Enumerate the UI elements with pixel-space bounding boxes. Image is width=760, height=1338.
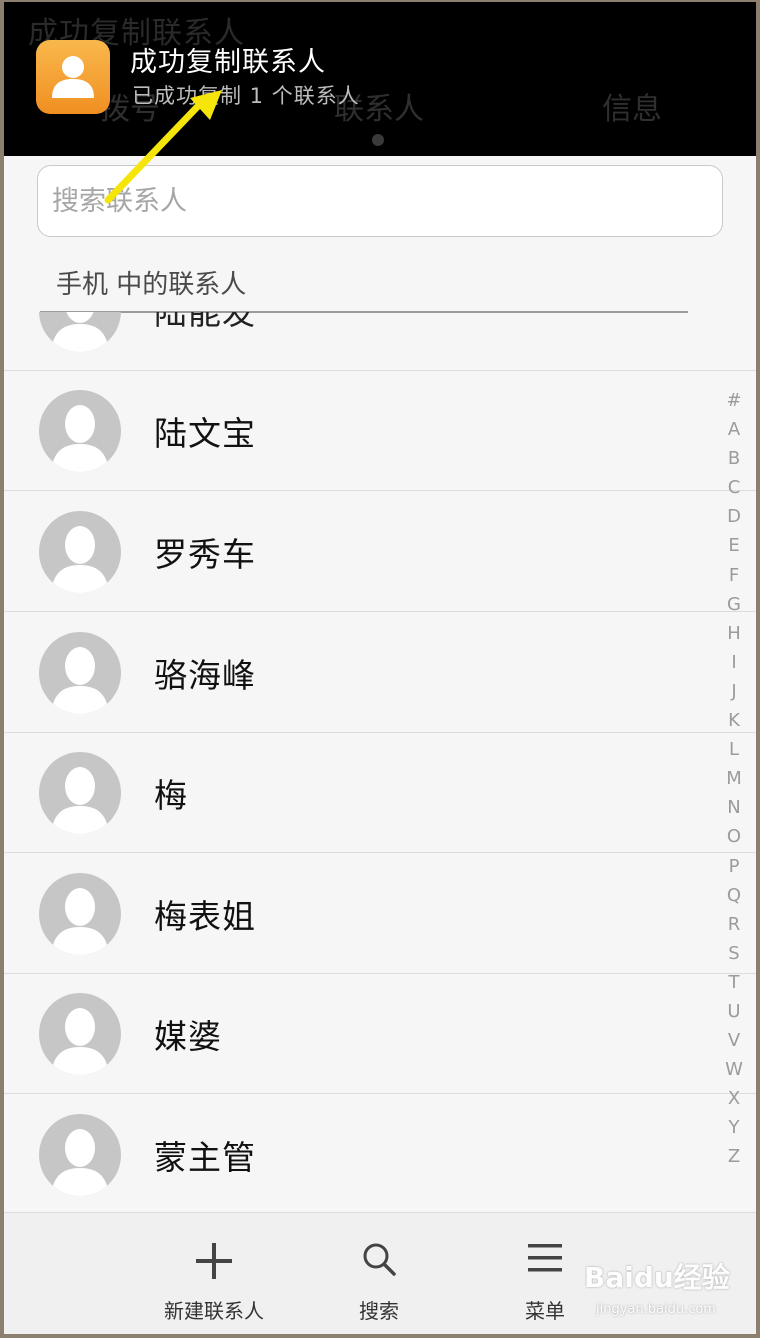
person-silhouette-icon — [51, 312, 109, 352]
person-silhouette-icon — [51, 405, 109, 472]
person-silhouette-icon — [51, 1129, 109, 1196]
index-letter[interactable]: N — [722, 797, 746, 826]
search-box[interactable] — [37, 165, 723, 237]
menu-label: 菜单 — [525, 1299, 565, 1323]
person-silhouette-icon — [51, 888, 109, 955]
new-contact-button[interactable]: 新建联系人 — [144, 1213, 284, 1334]
contact-name: 陆文宝 — [154, 414, 256, 453]
watermark-url: jingyan.baidu.com — [596, 1302, 716, 1317]
list-item[interactable]: 梅 — [4, 733, 756, 853]
avatar — [39, 752, 121, 834]
contact-name: 罗秀车 — [154, 535, 256, 574]
index-letter[interactable]: U — [722, 1001, 746, 1030]
notification-title: 成功复制联系人 — [130, 47, 326, 78]
list-item[interactable]: 陆文宝 — [4, 371, 756, 491]
index-letter[interactable]: D — [722, 506, 746, 535]
index-letter[interactable]: A — [722, 419, 746, 448]
avatar — [39, 390, 121, 472]
avatar — [39, 993, 121, 1075]
list-item[interactable]: 梅表姐 — [4, 854, 756, 974]
index-letter[interactable]: S — [722, 943, 746, 972]
index-letter[interactable]: T — [722, 972, 746, 1001]
index-letter[interactable]: P — [722, 856, 746, 885]
search-button[interactable]: 搜索 — [309, 1213, 449, 1334]
watermark-brand: Baidu经验 — [584, 1261, 730, 1294]
index-letter[interactable]: X — [722, 1088, 746, 1117]
list-item[interactable]: 媒婆 — [4, 974, 756, 1094]
contact-name: 媒婆 — [154, 1017, 222, 1056]
contact-person-icon — [36, 40, 110, 114]
section-title: 手机 中的联系人 — [56, 270, 247, 300]
index-letter[interactable]: Z — [722, 1146, 746, 1175]
menu-icon — [528, 1244, 562, 1272]
avatar — [39, 632, 121, 714]
new-contact-label: 新建联系人 — [164, 1299, 264, 1323]
index-letter[interactable]: E — [722, 535, 746, 564]
index-letter[interactable]: F — [722, 565, 746, 594]
list-item[interactable]: 罗秀车 — [4, 492, 756, 612]
index-letter[interactable]: Y — [722, 1117, 746, 1146]
person-silhouette-icon — [51, 647, 109, 714]
index-letter[interactable]: O — [722, 826, 746, 855]
search-input[interactable] — [52, 166, 712, 236]
person-silhouette-icon — [51, 526, 109, 593]
contact-name: 梅表姐 — [154, 897, 256, 936]
list-item[interactable]: 陆能发 — [4, 312, 756, 370]
plus-icon — [196, 1243, 232, 1279]
tab-bar: 拨号 联系人 信息 — [4, 84, 756, 134]
index-letter[interactable]: V — [722, 1030, 746, 1059]
index-letter[interactable]: R — [722, 914, 746, 943]
index-letter[interactable]: J — [722, 681, 746, 710]
person-silhouette-icon — [51, 1008, 109, 1075]
index-letter[interactable]: H — [722, 623, 746, 652]
list-item[interactable]: 蒙主管 — [4, 1095, 756, 1212]
search-label: 搜索 — [359, 1299, 399, 1323]
index-letter[interactable]: W — [722, 1059, 746, 1088]
index-letter[interactable]: L — [722, 739, 746, 768]
index-letter[interactable]: Q — [722, 885, 746, 914]
avatar — [39, 1114, 121, 1196]
contact-name: 陆能发 — [154, 312, 256, 332]
avatar — [39, 312, 121, 352]
alphabet-index-bar[interactable]: # A B C D E F G H I J K L M N O P Q R S T U V W X Y Z — [722, 390, 746, 1176]
active-tab-indicator — [372, 134, 384, 146]
tab-messages[interactable]: 信息 — [602, 84, 662, 128]
index-letter[interactable]: M — [722, 768, 746, 797]
header-area: 成功复制联系人 拨号 联系人 信息 成功复制联系人 已成功复制 1 个联系人 — [4, 2, 756, 156]
list-item[interactable]: 骆海峰 — [4, 613, 756, 733]
search-icon — [363, 1243, 396, 1276]
index-letter[interactable]: G — [722, 594, 746, 623]
index-letter[interactable]: B — [722, 448, 746, 477]
index-letter[interactable]: I — [722, 652, 746, 681]
contact-list: 陆能发 陆文宝 罗秀车 骆海峰 梅 梅表姐 媒婆 蒙主管 — [4, 312, 756, 1212]
contacts-screen: 成功复制联系人 拨号 联系人 信息 成功复制联系人 已成功复制 1 个联系人 手… — [4, 2, 756, 1334]
person-silhouette-icon — [51, 767, 109, 834]
avatar — [39, 873, 121, 955]
index-letter[interactable]: C — [722, 477, 746, 506]
notification-subtitle: 已成功复制 1 个联系人 — [132, 84, 360, 108]
contact-name: 梅 — [154, 776, 188, 815]
contact-name: 蒙主管 — [154, 1138, 256, 1177]
index-letter[interactable]: K — [722, 710, 746, 739]
avatar — [39, 511, 121, 593]
index-letter[interactable]: # — [722, 390, 746, 419]
contact-name: 骆海峰 — [154, 656, 256, 695]
